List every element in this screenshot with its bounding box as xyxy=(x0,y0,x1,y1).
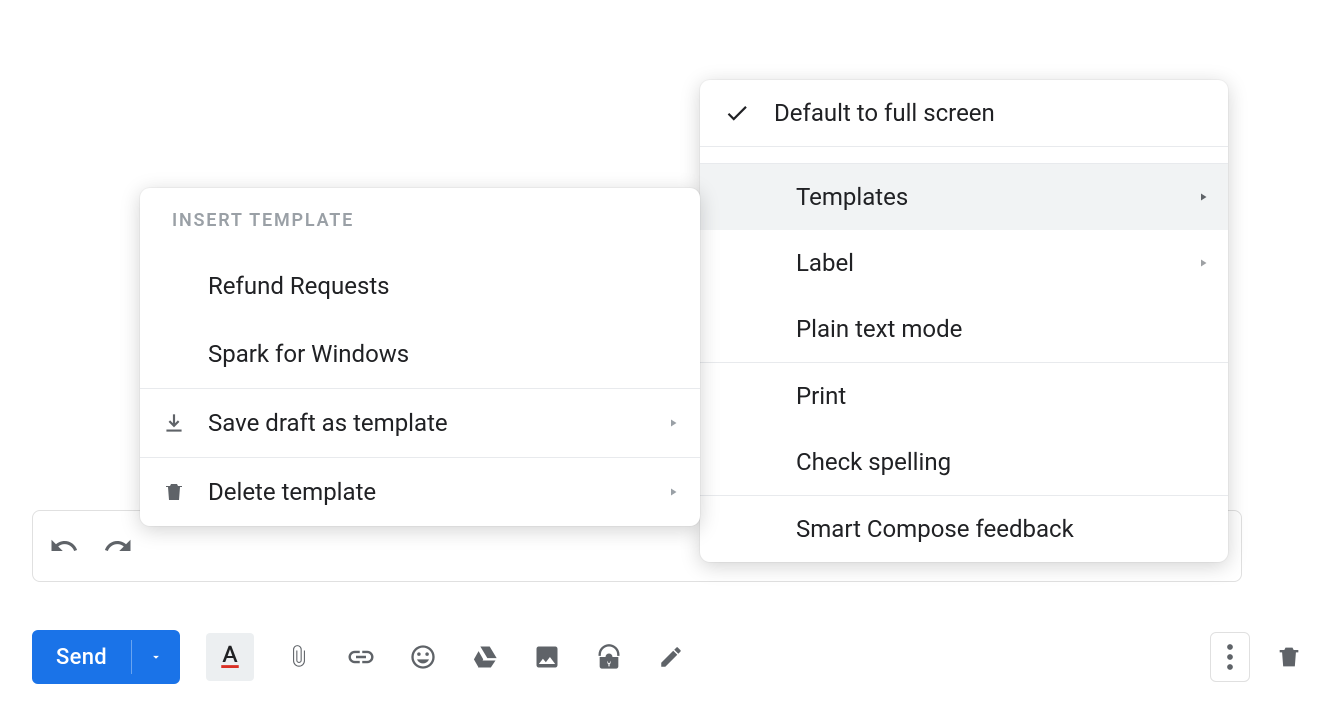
send-label: Send xyxy=(56,645,107,670)
submenu-arrow-icon xyxy=(1178,257,1228,269)
menu-templates[interactable]: Templates xyxy=(700,164,1228,230)
send-button[interactable]: Send xyxy=(32,630,180,684)
menu-label-item[interactable]: Label xyxy=(700,230,1228,296)
template-label: Spark for Windows xyxy=(140,340,700,368)
menu-label: Check spelling xyxy=(700,448,1228,476)
discard-draft-button[interactable] xyxy=(1272,640,1306,674)
submenu-arrow-icon xyxy=(646,417,700,429)
submenu-label: Save draft as template xyxy=(208,409,646,437)
link-icon[interactable] xyxy=(344,640,378,674)
delete-template[interactable]: Delete template xyxy=(140,458,700,526)
submenu-header: INSERT TEMPLATE xyxy=(140,188,700,252)
menu-print[interactable]: Print xyxy=(700,363,1228,429)
compose-toolbar-right xyxy=(1210,632,1306,682)
menu-smart-compose-feedback[interactable]: Smart Compose feedback xyxy=(700,496,1228,562)
menu-label: Label xyxy=(700,249,1178,277)
send-main[interactable]: Send xyxy=(32,630,131,684)
compose-icon-row xyxy=(206,633,688,681)
emoji-icon[interactable] xyxy=(406,640,440,674)
pen-icon[interactable] xyxy=(654,640,688,674)
menu-plain-text[interactable]: Plain text mode xyxy=(700,296,1228,362)
compose-toolbar: Send xyxy=(32,626,1306,688)
send-more-options[interactable] xyxy=(132,630,180,684)
confidential-icon[interactable] xyxy=(592,640,626,674)
menu-label: Templates xyxy=(700,183,1178,211)
redo-icon[interactable] xyxy=(101,529,135,563)
template-item[interactable]: Spark for Windows xyxy=(140,320,700,388)
download-icon xyxy=(140,410,208,436)
compose-more-button[interactable] xyxy=(1210,632,1250,682)
caret-down-icon xyxy=(149,650,163,664)
menu-label: Default to full screen xyxy=(774,99,1228,127)
trash-icon xyxy=(140,480,208,504)
menu-default-full-screen[interactable]: Default to full screen xyxy=(700,80,1228,146)
submenu-arrow-icon xyxy=(646,486,700,498)
submenu-label: Delete template xyxy=(208,478,646,506)
more-vertical-icon xyxy=(1226,642,1234,672)
trash-icon xyxy=(1275,643,1303,671)
text-format-icon[interactable] xyxy=(206,633,254,681)
undo-icon[interactable] xyxy=(47,529,81,563)
menu-label: Plain text mode xyxy=(700,315,1228,343)
menu-label: Print xyxy=(700,382,1228,410)
compose-more-menu: Default to full screen Templates Label P… xyxy=(700,80,1228,562)
attach-icon[interactable] xyxy=(282,640,316,674)
menu-label: Smart Compose feedback xyxy=(700,515,1228,543)
menu-check-spelling[interactable]: Check spelling xyxy=(700,429,1228,495)
drive-icon[interactable] xyxy=(468,640,502,674)
template-label: Refund Requests xyxy=(140,272,700,300)
save-draft-as-template[interactable]: Save draft as template xyxy=(140,389,700,457)
submenu-arrow-icon xyxy=(1178,191,1228,203)
templates-submenu: INSERT TEMPLATE Refund Requests Spark fo… xyxy=(140,188,700,526)
image-icon[interactable] xyxy=(530,640,564,674)
template-item[interactable]: Refund Requests xyxy=(140,252,700,320)
check-icon xyxy=(700,100,774,126)
